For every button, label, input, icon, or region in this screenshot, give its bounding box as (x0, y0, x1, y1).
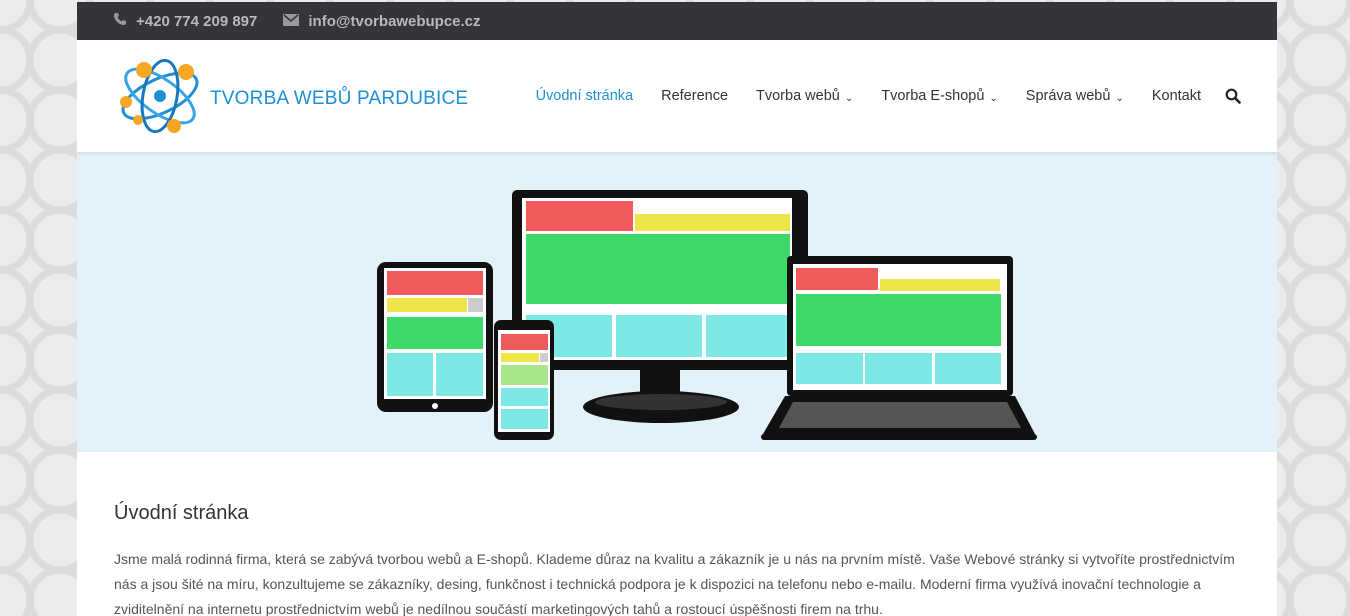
site-header: TVORBA WEBŮ PARDUBICE Úvodní stránka Ref… (77, 40, 1277, 152)
site-logo[interactable]: TVORBA WEBŮ PARDUBICE (114, 56, 468, 136)
chevron-down-icon: ⌄ (844, 92, 854, 104)
top-bar: +420 774 209 897 info@tvorbawebupce.cz (77, 2, 1277, 40)
nav-item-tvorba-eshopu[interactable]: Tvorba E-shopů ⌄ (881, 88, 998, 104)
envelope-icon (283, 13, 300, 30)
nav-label: Reference (661, 88, 729, 104)
nav-label: Úvodní stránka (535, 88, 634, 104)
main-navigation: Úvodní stránka Reference Tvorba webů ⌄ T… (508, 40, 1241, 152)
laptop-image (761, 256, 1037, 440)
nav-label: Kontakt (1151, 88, 1201, 104)
logo-text: TVORBA WEBŮ PARDUBICE (210, 88, 469, 109)
hero-banner (77, 152, 1277, 452)
main-content: Úvodní stránka Jsme malá rodinná firma, … (77, 452, 1277, 616)
intro-paragraph: Jsme malá rodinná firma, která se zabývá… (114, 551, 1235, 616)
chevron-down-icon: ⌄ (1115, 92, 1124, 104)
contact-phone[interactable]: +420 774 209 897 (113, 12, 257, 30)
nav-label: Tvorba webů (756, 88, 840, 104)
page: +420 774 209 897 info@tvorbawebupce.cz T… (77, 2, 1277, 616)
search-icon[interactable] (1225, 88, 1241, 104)
page-title: Úvodní stránka (114, 502, 249, 524)
chevron-down-icon: ⌄ (989, 92, 998, 104)
email-address: info@tvorbawebupce.cz (308, 12, 481, 30)
nav-item-uvodni-stranka[interactable]: Úvodní stránka (536, 88, 634, 104)
nav-label: Tvorba E-shopů (881, 88, 985, 104)
contact-email[interactable]: info@tvorbawebupce.cz (283, 12, 481, 30)
nav-item-kontakt[interactable]: Kontakt (1152, 88, 1201, 104)
desktop-monitor-image (512, 190, 808, 423)
nav-item-reference[interactable]: Reference (661, 88, 728, 104)
smartphone-image (494, 320, 554, 440)
phone-number: +420 774 209 897 (136, 12, 258, 30)
nav-label: Správa webů (1025, 88, 1111, 104)
responsive-devices-illustration (377, 190, 1037, 440)
tablet-image (377, 262, 493, 412)
nav-item-sprava-webu[interactable]: Správa webů ⌄ (1026, 88, 1124, 104)
nav-item-tvorba-webu[interactable]: Tvorba webů ⌄ (756, 88, 853, 104)
atom-logo-icon (120, 58, 199, 134)
phone-icon (113, 12, 127, 30)
